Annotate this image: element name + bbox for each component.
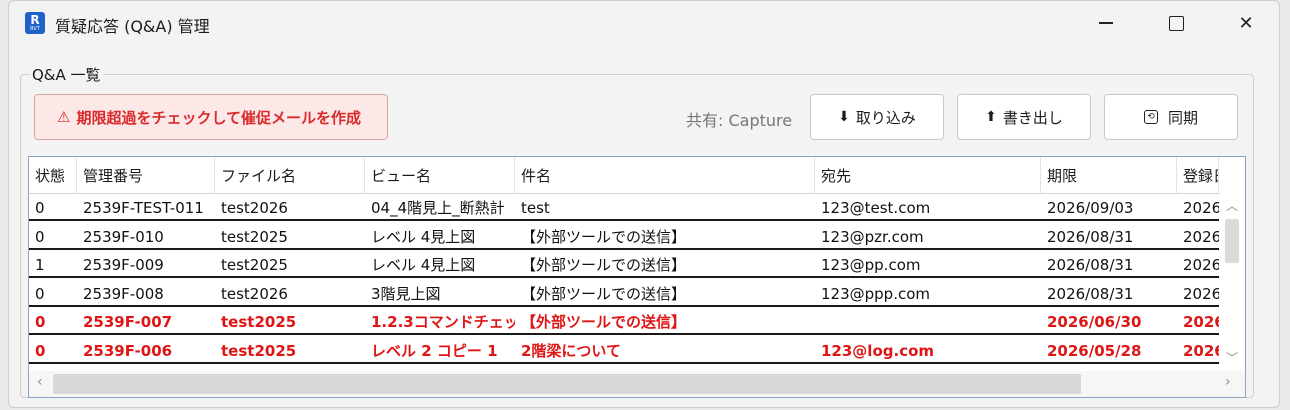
close-icon: ✕ — [1238, 12, 1254, 34]
cell-view: レベル 2 コピー 1 — [371, 341, 498, 360]
cell-to: 123@log.com — [821, 341, 935, 360]
cell-id: 2539F-TEST-011 — [83, 199, 204, 217]
scroll-left-icon[interactable]: ‹ — [37, 374, 43, 390]
cell-view: 3階見上図 — [371, 284, 441, 303]
cell-due: 2026/05/28 — [1047, 341, 1142, 360]
group-label: Q&A 一覧 — [30, 64, 103, 85]
table-row[interactable]: 1 2539F-009 test2025 レベル 4見上図 【外部ツールでの送信】 123… — [29, 250, 1219, 278]
column-header-id[interactable]: 管理番号 — [77, 157, 215, 193]
horizontal-scrollbar[interactable]: ‹ › — [29, 371, 1245, 397]
revit-app-icon: R RVT — [25, 12, 45, 34]
cell-status: 0 — [35, 341, 46, 360]
horizontal-scroll-thumb[interactable] — [53, 374, 1081, 394]
cell-reg: 2026/ — [1183, 227, 1219, 246]
cell-file: test2025 — [221, 256, 288, 274]
qa-table[interactable]: 状態管理番号ファイル名ビュー名件名宛先期限登録日 0 2539F-TEST-011… — [28, 156, 1246, 398]
overdue-reminder-label: 期限超過をチェックして催促メールを作成 — [76, 108, 362, 127]
column-header-view[interactable]: ビュー名 — [365, 157, 515, 193]
column-header-to[interactable]: 宛先 — [815, 157, 1041, 193]
column-header-subject[interactable]: 件名 — [515, 157, 815, 193]
cell-id: 2539F-007 — [83, 313, 173, 331]
column-header-status[interactable]: 状態 — [29, 157, 77, 193]
cell-status: 0 — [35, 284, 45, 303]
cell-subject: test — [521, 199, 550, 217]
cell-reg: 2026/ — [1183, 256, 1219, 274]
cell-view: レベル 4見上図 — [371, 227, 476, 246]
cell-reg: 2026/ — [1183, 284, 1219, 303]
maximize-icon — [1168, 15, 1184, 31]
cell-file: test2025 — [221, 313, 297, 331]
upload-arrow-icon: ⬆ — [985, 109, 997, 125]
export-button[interactable]: ⬆ 書き出し — [957, 94, 1091, 140]
cell-reg: 2026/ — [1183, 341, 1219, 360]
table-header: 状態管理番号ファイル名ビュー名件名宛先期限登録日 — [29, 157, 1219, 194]
cell-to: 123@ppp.com — [821, 284, 930, 303]
cell-due: 2026/09/03 — [1047, 199, 1134, 217]
cell-to: 123@pp.com — [821, 256, 921, 274]
share-status: 共有: Capture — [686, 111, 793, 130]
cell-view: 04_4階見上_断熱計 — [371, 199, 505, 217]
import-button[interactable]: ⬇ 取り込み — [810, 94, 944, 140]
overdue-reminder-button[interactable]: ⚠ 期限超過をチェックして催促メールを作成 — [34, 94, 388, 140]
cell-subject: 2階梁について — [521, 341, 621, 360]
cell-view: 1.2.3コマンドチェック — [371, 313, 515, 331]
column-header-file[interactable]: ファイル名 — [215, 157, 365, 193]
cell-file: test2025 — [221, 227, 288, 246]
cell-due: 2026/08/31 — [1047, 256, 1134, 274]
sync-button[interactable]: ⟲ 同期 — [1104, 94, 1238, 140]
table-row[interactable]: 0 2539F-010 test2025 レベル 4見上図 【外部ツールでの送信】 123… — [29, 222, 1219, 250]
table-row[interactable]: 0 2539F-TEST-011 test2026 04_4階見上_断熱計 test 12… — [29, 193, 1219, 221]
cell-to: 123@pzr.com — [821, 227, 924, 246]
maximize-button[interactable] — [1141, 1, 1211, 45]
export-label: 書き出し — [1002, 108, 1063, 127]
vertical-scrollbar[interactable]: ︿ ﹀ — [1219, 193, 1245, 371]
cell-id: 2539F-009 — [83, 256, 164, 274]
cell-file: test2025 — [221, 341, 297, 360]
sync-icon: ⟲ — [1143, 110, 1158, 124]
table-row[interactable]: 0 2539F-007 test2025 1.2.3コマンドチェック【外部ツールでの送… — [29, 307, 1219, 335]
cell-file: test2026 — [221, 199, 288, 217]
scroll-right-icon[interactable]: › — [1225, 374, 1231, 390]
window-title: 質疑応答 (Q&A) 管理 — [55, 17, 210, 36]
cell-status: 0 — [35, 199, 45, 217]
import-label: 取り込み — [855, 108, 916, 127]
cell-subject: 【外部ツールでの送信】 — [521, 227, 687, 246]
cell-view: レベル 4見上図 — [371, 256, 476, 274]
warning-icon: ⚠ — [57, 108, 71, 126]
cell-due: 2026/08/31 — [1047, 284, 1134, 303]
cell-id: 2539F-006 — [83, 341, 173, 360]
vertical-scroll-thumb[interactable] — [1225, 219, 1239, 263]
minimize-icon — [1099, 22, 1113, 24]
column-header-reg[interactable]: 登録日 — [1177, 157, 1219, 193]
cell-to: 123@test.com — [821, 199, 931, 217]
cell-subject: 【外部ツールでの送信】 — [521, 313, 687, 331]
column-header-due[interactable]: 期限 — [1041, 157, 1177, 193]
cell-subject: 【外部ツールでの送信】 — [521, 256, 687, 274]
scroll-down-icon[interactable]: ﹀ — [1226, 349, 1238, 366]
scroll-up-icon[interactable]: ︿ — [1226, 197, 1238, 214]
sync-label: 同期 — [1167, 108, 1198, 127]
cell-reg: 2026/ — [1183, 199, 1219, 217]
download-arrow-icon: ⬇ — [838, 109, 850, 125]
table-row[interactable]: 0 2539F-008 test2026 3階見上図 【外部ツールでの送信】 123@pp… — [29, 279, 1219, 307]
minimize-button[interactable] — [1071, 1, 1141, 45]
cell-id: 2539F-008 — [83, 284, 164, 303]
cell-reg: 2026/ — [1183, 313, 1219, 331]
cell-to — [817, 307, 1041, 335]
cell-due: 2026/08/31 — [1047, 227, 1134, 246]
cell-status: 1 — [35, 256, 45, 274]
title-bar[interactable]: R RVT 質疑応答 (Q&A) 管理 ✕ — [9, 1, 1279, 45]
cell-subject: 【外部ツールでの送信】 — [521, 284, 687, 303]
table-row[interactable]: 0 2539F-006 test2025 レベル 2 コピー 1 2階梁について 123@… — [29, 336, 1219, 364]
cell-status: 0 — [35, 227, 45, 246]
cell-due: 2026/06/30 — [1047, 313, 1142, 331]
cell-file: test2026 — [221, 284, 288, 303]
close-button[interactable]: ✕ — [1211, 1, 1279, 45]
cell-id: 2539F-010 — [83, 227, 164, 246]
cell-status: 0 — [35, 313, 46, 331]
